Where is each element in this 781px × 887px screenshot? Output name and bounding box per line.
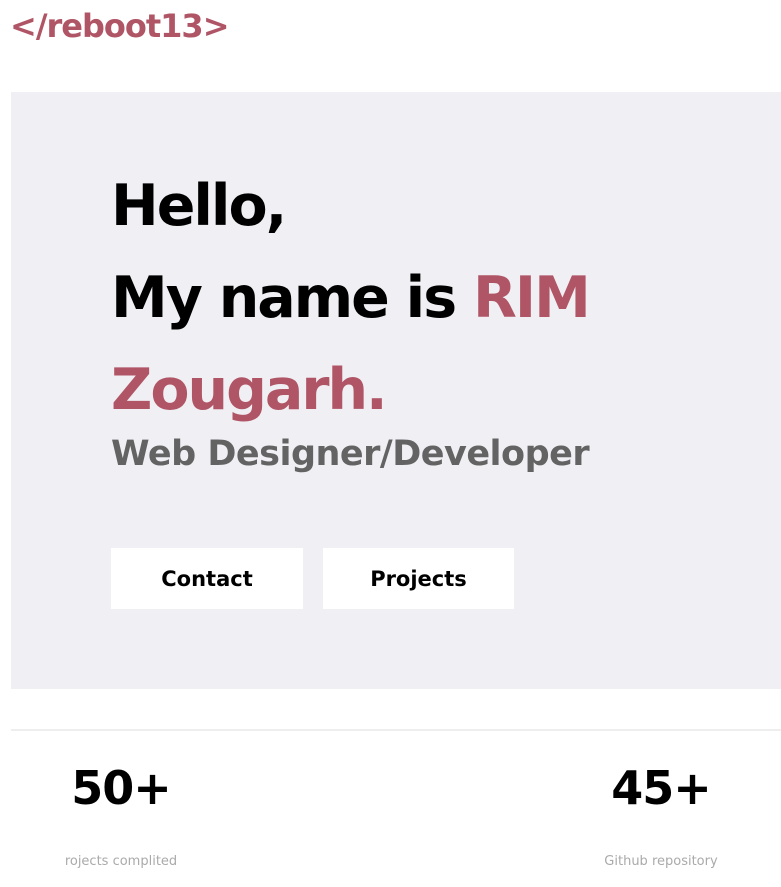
site-logo[interactable]: </reboot13> [10, 4, 229, 48]
page: </reboot13> Hello, My name is RIM Zougarh… [0, 0, 781, 887]
hero-headline: Hello, My name is RIM Zougarh. [111, 160, 671, 436]
projects-count-label: rojects complited [64, 854, 178, 869]
repositories-count-label: Github repository [604, 854, 718, 869]
hero-section: Hello, My name is RIM Zougarh. Web Design… [11, 92, 781, 689]
hero-greeting: Hello, [111, 173, 287, 239]
projects-count: 50+ [71, 761, 172, 815]
section-divider [11, 729, 781, 731]
contact-button[interactable]: Contact [111, 548, 303, 609]
hero-subtitle: Web Designer/Developer [111, 434, 590, 474]
repositories-count: 45+ [611, 761, 712, 815]
hero-intro: My name is [111, 265, 473, 331]
projects-button[interactable]: Projects [323, 548, 514, 609]
